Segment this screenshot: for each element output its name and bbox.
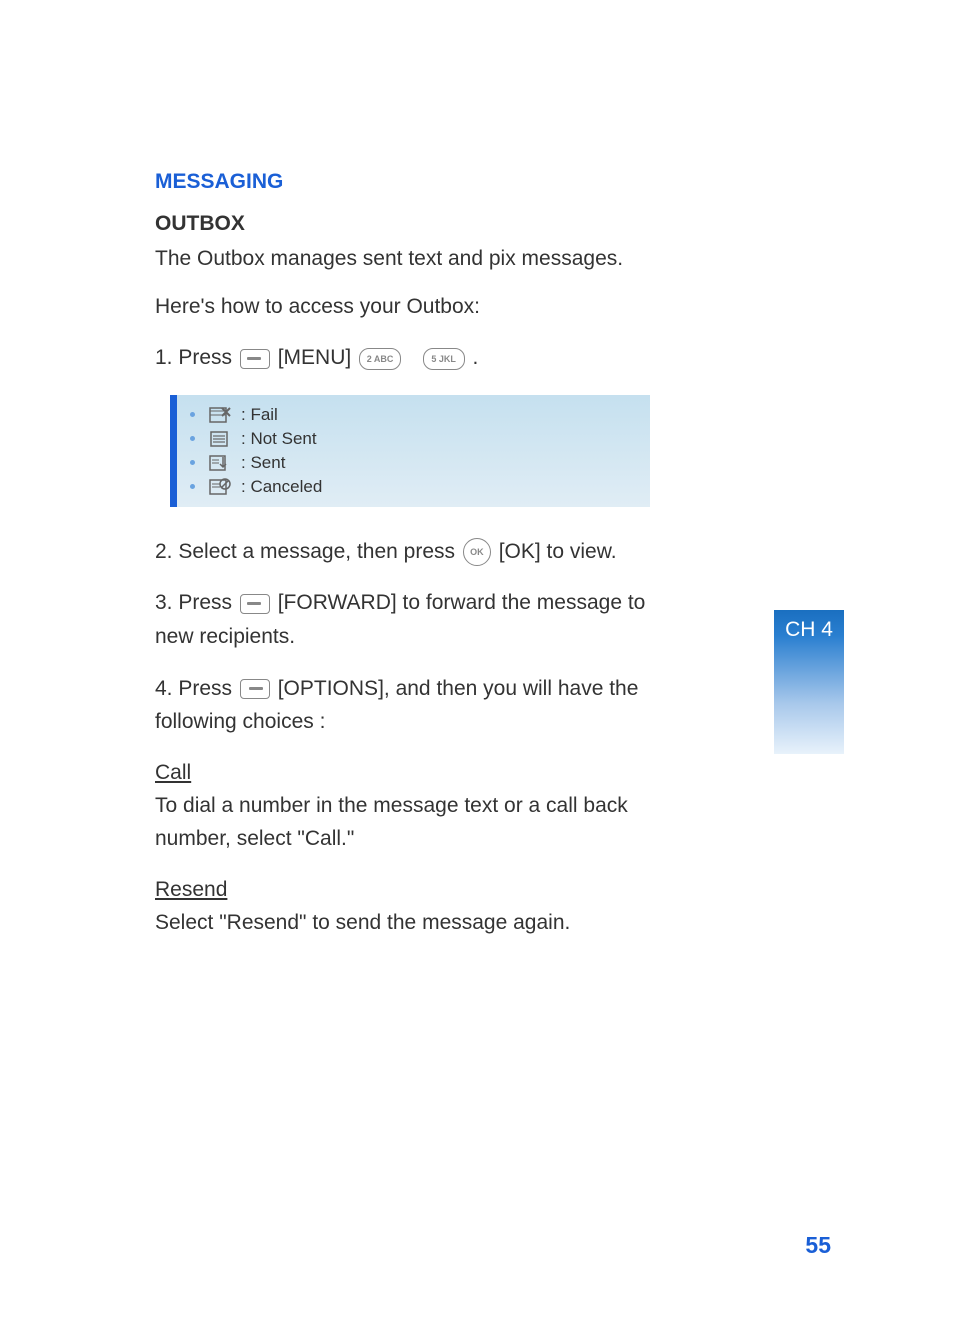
- step2-pre: 2. Select a message, then press: [155, 540, 461, 563]
- sent-icon: [209, 453, 231, 473]
- step-1: 1. Press [MENU] 2 ABC 5 JKL .: [155, 341, 675, 375]
- intro-line-2: Here's how to access your Outbox:: [155, 290, 675, 324]
- bullet-icon: [190, 436, 195, 441]
- key-2abc-icon: 2 ABC: [359, 348, 401, 370]
- step3-pre: 3. Press: [155, 591, 238, 614]
- chapter-tab: CH 4: [774, 610, 844, 754]
- step-2: 2. Select a message, then press OK [OK] …: [155, 535, 675, 569]
- step-3: 3. Press [FORWARD] to forward the messag…: [155, 586, 675, 653]
- section-title: MESSAGING: [155, 170, 675, 194]
- status-canceled-label: : Canceled: [241, 477, 322, 497]
- status-row-canceled: : Canceled: [190, 475, 650, 499]
- ok-key-icon: OK: [463, 538, 491, 566]
- step1-end: .: [472, 346, 478, 369]
- intro-line-1: The Outbox manages sent text and pix mes…: [155, 242, 675, 276]
- status-row-fail: : Fail: [190, 403, 650, 427]
- bullet-icon: [190, 412, 195, 417]
- step1-menu: [MENU]: [278, 346, 357, 369]
- key-5jkl-icon: 5 JKL: [423, 348, 465, 370]
- fail-icon: [209, 405, 231, 425]
- step4-pre: 4. Press: [155, 677, 238, 700]
- step2-post: [OK] to view.: [499, 540, 617, 563]
- right-softkey-icon: [240, 679, 270, 699]
- step-4: 4. Press [OPTIONS], and then you will ha…: [155, 672, 675, 739]
- step1-pre: 1. Press: [155, 346, 238, 369]
- status-fail-label: : Fail: [241, 405, 278, 425]
- call-body: To dial a number in the message text or …: [155, 789, 675, 856]
- status-row-sent: : Sent: [190, 451, 650, 475]
- status-notsent-label: : Not Sent: [241, 429, 317, 449]
- call-heading: Call: [155, 761, 675, 785]
- resend-heading: Resend: [155, 878, 675, 902]
- status-sent-label: : Sent: [241, 453, 285, 473]
- left-softkey-icon: [240, 594, 270, 614]
- canceled-icon: [209, 477, 231, 497]
- not-sent-icon: [209, 429, 231, 449]
- subheading-outbox: OUTBOX: [155, 212, 675, 236]
- left-softkey-icon: [240, 349, 270, 369]
- resend-body: Select "Resend" to send the message agai…: [155, 906, 675, 940]
- bullet-icon: [190, 460, 195, 465]
- status-legend-box: : Fail : Not Sent: [170, 395, 650, 507]
- bullet-icon: [190, 484, 195, 489]
- status-row-notsent: : Not Sent: [190, 427, 650, 451]
- page-number: 55: [805, 1232, 831, 1259]
